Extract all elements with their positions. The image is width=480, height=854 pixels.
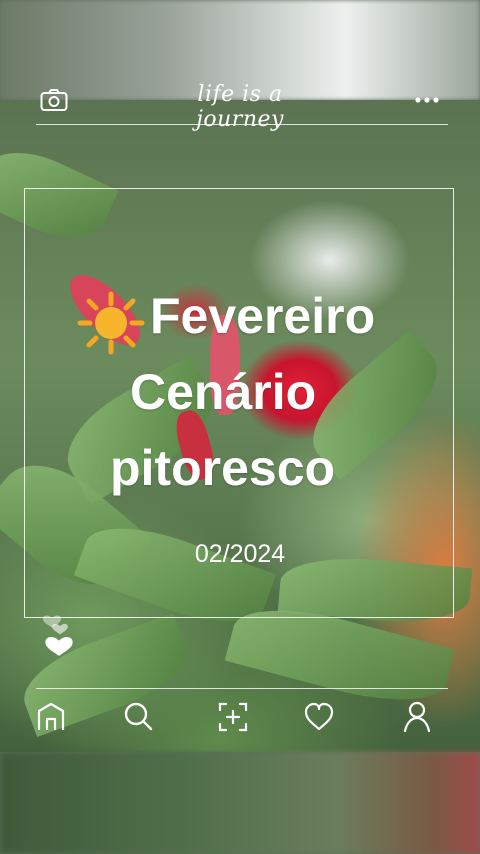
headline-line-2: Cenário: [130, 364, 317, 420]
header-divider: [36, 124, 448, 125]
nav-divider: [36, 688, 448, 689]
profile-icon[interactable]: [400, 700, 434, 734]
sun-icon: [76, 290, 146, 356]
hearts-icon[interactable]: [40, 610, 80, 670]
add-photo-icon[interactable]: [216, 700, 250, 734]
post-date: 02/2024: [194, 540, 286, 568]
search-icon[interactable]: [121, 700, 155, 734]
camera-icon[interactable]: [40, 88, 68, 112]
heart-icon[interactable]: [302, 700, 336, 734]
headline-line-1: Fevereiro: [150, 288, 376, 344]
more-icon[interactable]: [412, 88, 444, 108]
home-icon[interactable]: [34, 700, 68, 734]
blurred-bottom-strip: [0, 752, 480, 854]
headline-line-3: pitoresco: [110, 440, 336, 496]
